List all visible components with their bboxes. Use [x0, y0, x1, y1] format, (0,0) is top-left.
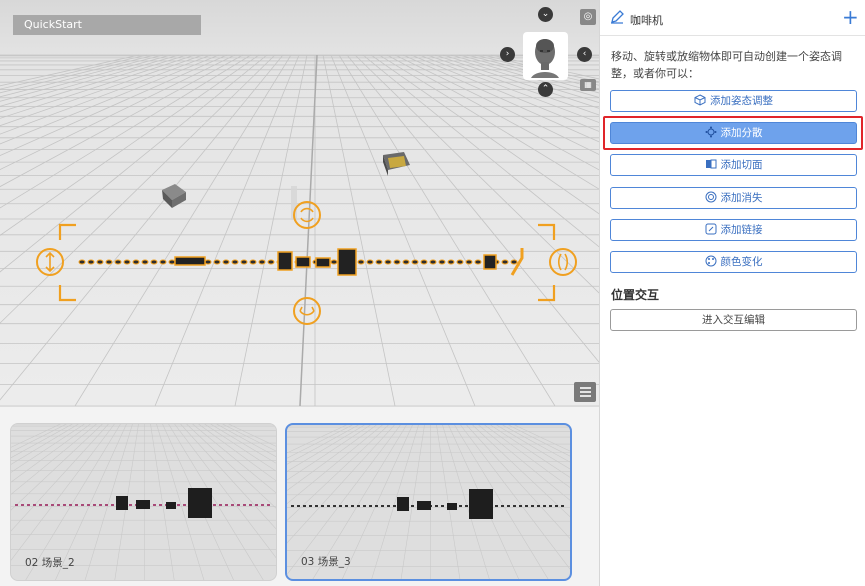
button-label: 添加姿态调整: [710, 95, 773, 107]
cut-plane-icon: [705, 159, 716, 169]
add-link-button[interactable]: 添加链接: [610, 219, 857, 241]
description-text: 移动、旋转或放缩物体即可自动创建一个姿态调整，或者你可以：: [611, 50, 842, 80]
button-label: 添加消失: [720, 192, 763, 204]
section-title: 位置交互: [611, 288, 660, 302]
cube-icon: [694, 94, 706, 106]
scene-thumbnail[interactable]: 02 场景_2: [10, 423, 277, 581]
scatter-icon: [705, 126, 716, 138]
chevron-left-icon[interactable]: ‹: [577, 47, 592, 62]
add-cut-plane-button[interactable]: 添加切面: [610, 154, 857, 176]
quickstart-tab[interactable]: QuickStart: [13, 15, 201, 35]
3d-viewport[interactable]: QuickStart ⌄ ◎ › ‹ ⌃ ▦: [0, 0, 599, 406]
rotate-side-handle[interactable]: [548, 247, 578, 277]
scene-label: 02 场景_2: [25, 557, 75, 569]
button-label: 颜色变化: [720, 256, 763, 268]
add-pose-button[interactable]: 添加姿态调整: [610, 90, 857, 112]
scene-label: 03 场景_3: [301, 556, 351, 568]
scale-vertical-handle[interactable]: [35, 247, 65, 277]
screenshot-icon[interactable]: ◎: [580, 9, 596, 25]
button-label: 添加切面: [720, 159, 763, 171]
pencil-icon[interactable]: [610, 10, 624, 24]
fade-icon: [705, 191, 716, 203]
add-scatter-button[interactable]: 添加分散: [610, 122, 857, 144]
enter-interaction-edit-button[interactable]: 进入交互编辑: [610, 309, 857, 331]
button-label: 添加链接: [720, 224, 763, 236]
button-label: 添加分散: [720, 127, 763, 139]
palette-icon: [705, 255, 716, 267]
chevron-up-icon[interactable]: ⌃: [538, 82, 553, 97]
view-cube-head[interactable]: [523, 32, 568, 80]
list-icon[interactable]: [574, 382, 596, 402]
object-name: 咖啡机: [630, 14, 663, 27]
panel-header: 咖啡机 +: [600, 0, 865, 36]
keyboard-icon[interactable]: ▦: [580, 79, 596, 91]
chevron-right-icon[interactable]: ›: [500, 47, 515, 62]
chevron-down-icon[interactable]: ⌄: [538, 7, 553, 22]
scene-thumbnail-selected[interactable]: 03 场景_3: [285, 423, 572, 581]
rotate-bottom-handle[interactable]: [292, 296, 322, 326]
head-model-icon: [531, 39, 559, 78]
plus-icon[interactable]: +: [842, 7, 859, 27]
scene-thumbnail-strip: 02 场景_2 03 场景_3: [0, 406, 599, 586]
rotate-top-handle[interactable]: [292, 200, 322, 230]
color-change-button[interactable]: 颜色变化: [610, 251, 857, 273]
link-icon: [705, 223, 716, 235]
add-fade-button[interactable]: 添加消失: [610, 187, 857, 209]
properties-panel: 咖啡机 + 移动、旋转或放缩物体即可自动创建一个姿态调整，或者你可以： 添加姿态…: [599, 0, 865, 586]
